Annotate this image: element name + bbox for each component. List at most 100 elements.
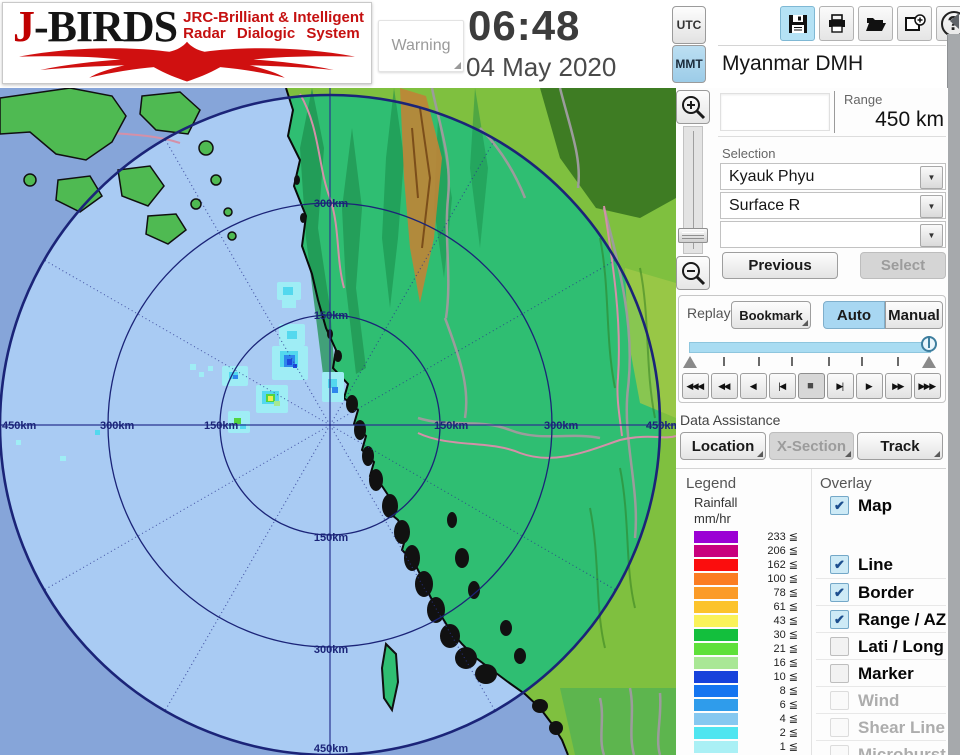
track-button[interactable]: Track xyxy=(857,432,943,460)
bookmark-button[interactable]: Bookmark xyxy=(731,301,811,329)
divider xyxy=(718,45,946,46)
chevron-down-icon[interactable]: ▼ xyxy=(920,224,943,247)
range-value: 450 km xyxy=(875,108,944,132)
overlay-item-line[interactable]: ✔ Line xyxy=(816,551,946,578)
radar-map-canvas: 450km 300km 150km 150km 300km 450km 300k… xyxy=(0,88,676,755)
zoom-out-button[interactable] xyxy=(676,256,710,290)
legend-entry: 8 ≦ xyxy=(694,684,806,698)
collapse-panel-icon[interactable] xyxy=(950,13,959,29)
check-icon: ✔ xyxy=(834,585,845,601)
checkbox-range-az[interactable]: ✔ xyxy=(830,610,849,629)
legend-color-swatch xyxy=(694,741,738,753)
legend-color-swatch xyxy=(694,587,738,599)
checkbox-border[interactable]: ✔ xyxy=(830,583,849,602)
legend-entry: 16 ≦ xyxy=(694,656,806,670)
overlay-item-label: Microburst xyxy=(858,745,946,755)
svg-text:300km: 300km xyxy=(314,644,348,656)
app-logo: J-BIRDS JRC-Brilliant & Intelligent Rada… xyxy=(2,2,372,84)
overlay-item-label: Line xyxy=(858,555,893,575)
overlay-item-marker[interactable]: Marker xyxy=(816,659,946,687)
checkbox-map[interactable]: ✔ xyxy=(830,496,849,515)
slider-tick xyxy=(758,357,760,366)
legend-entry: 30 ≦ xyxy=(694,628,806,642)
legend-value: 233 ≦ xyxy=(738,530,798,543)
save-button[interactable] xyxy=(780,6,815,41)
auto-mode-button[interactable]: Auto xyxy=(823,301,885,329)
legend-entry: 21 ≦ xyxy=(694,642,806,656)
open-file-button[interactable] xyxy=(858,6,893,41)
eagle-icon xyxy=(11,35,363,83)
replay-slider-thumb[interactable] xyxy=(921,336,937,352)
manual-mode-button[interactable]: Manual xyxy=(885,301,943,329)
skip-start-button[interactable]: |◀ xyxy=(769,373,796,399)
legend-color-swatch xyxy=(694,685,738,697)
xsection-button[interactable]: X-Section xyxy=(769,432,854,460)
previous-button[interactable]: Previous xyxy=(722,252,838,279)
legend-entry: 6 ≦ xyxy=(694,698,806,712)
overlay-item-lati-long[interactable]: Lati / Long xyxy=(816,632,946,660)
utc-button[interactable]: UTC xyxy=(672,6,706,44)
warning-button[interactable]: Warning xyxy=(378,20,464,72)
overlay-item-label: Shear Line xyxy=(858,718,945,738)
product-dropdown-value: Surface R xyxy=(729,197,800,215)
zoom-in-button[interactable] xyxy=(676,90,710,124)
svg-text:150km: 150km xyxy=(204,420,238,432)
svg-text:150km: 150km xyxy=(314,532,348,544)
play-backward-button[interactable]: ◀ xyxy=(740,373,767,399)
overlay-item-border[interactable]: ✔ Border xyxy=(816,578,946,606)
legend-value: 78 ≦ xyxy=(738,586,798,599)
legend-color-swatch xyxy=(694,713,738,725)
replay-range-start-marker[interactable] xyxy=(683,356,697,368)
chevron-down-icon[interactable]: ▼ xyxy=(920,195,943,218)
option-dropdown[interactable]: ▼ xyxy=(720,221,946,248)
replay-range-end-marker[interactable] xyxy=(922,356,936,368)
right-scroll-strip[interactable] xyxy=(947,34,960,755)
zoom-slider-thumb[interactable] xyxy=(678,228,708,243)
range-box: Range 450 km xyxy=(718,88,946,137)
stop-button[interactable]: ■ xyxy=(798,373,825,399)
legend-color-swatch xyxy=(694,727,738,739)
overlay-item-range-az[interactable]: ✔ Range / AZ xyxy=(816,605,946,633)
legend-entry: 2 ≦ xyxy=(694,726,806,740)
mmt-button[interactable]: MMT xyxy=(672,45,706,83)
select-button[interactable]: Select xyxy=(860,252,946,279)
rewind-button[interactable]: ◀◀ xyxy=(711,373,738,399)
radar-map[interactable]: 450km 300km 150km 150km 300km 450km 300k… xyxy=(0,88,676,755)
add-image-button[interactable] xyxy=(897,6,932,41)
print-button[interactable] xyxy=(819,6,854,41)
svg-text:300km: 300km xyxy=(544,420,578,432)
legend-entry: 10 ≦ xyxy=(694,670,806,684)
product-dropdown[interactable]: Surface R ▼ xyxy=(720,192,946,219)
selection-label: Selection xyxy=(722,146,775,161)
svg-text:150km: 150km xyxy=(314,310,348,322)
overlay-item-label: Border xyxy=(858,583,914,603)
range-input-field[interactable] xyxy=(720,93,830,131)
skip-end-button[interactable]: ▶| xyxy=(827,373,854,399)
svg-text:300km: 300km xyxy=(314,198,348,210)
check-icon: ✔ xyxy=(834,612,845,628)
overlay-item-label: Lati / Long xyxy=(858,637,944,657)
overlay-item-shear-line: Shear Line xyxy=(816,713,946,741)
overlay-item-microburst: Microburst xyxy=(816,740,946,755)
legend-entry: 4 ≦ xyxy=(694,712,806,726)
station-dropdown[interactable]: Kyauk Phyu ▼ xyxy=(720,163,946,190)
legend-label: Legend xyxy=(686,475,736,492)
location-button[interactable]: Location xyxy=(680,432,766,460)
rewind-fast-button[interactable]: ◀◀◀ xyxy=(682,373,709,399)
chevron-down-icon[interactable]: ▼ xyxy=(920,166,943,189)
checkbox-lati-long[interactable] xyxy=(830,637,849,656)
overlay-label: Overlay xyxy=(820,475,872,492)
legend-value: 2 ≦ xyxy=(738,726,798,739)
replay-slider-track[interactable] xyxy=(689,342,931,353)
legend-value: 100 ≦ xyxy=(738,572,798,585)
forward-button[interactable]: ▶▶ xyxy=(885,373,912,399)
checkbox-line[interactable]: ✔ xyxy=(830,555,849,574)
legend-value: 16 ≦ xyxy=(738,656,798,669)
forward-fast-button[interactable]: ▶▶▶ xyxy=(914,373,941,399)
legend-entry: 78 ≦ xyxy=(694,586,806,600)
overlay-item-map[interactable]: ✔ Map xyxy=(816,492,946,519)
jbirds-app: 450km 300km 150km 150km 300km 450km 300k… xyxy=(0,0,960,755)
overlay-item-label: Wind xyxy=(858,691,899,711)
play-button[interactable]: ▶ xyxy=(856,373,883,399)
checkbox-marker[interactable] xyxy=(830,664,849,683)
